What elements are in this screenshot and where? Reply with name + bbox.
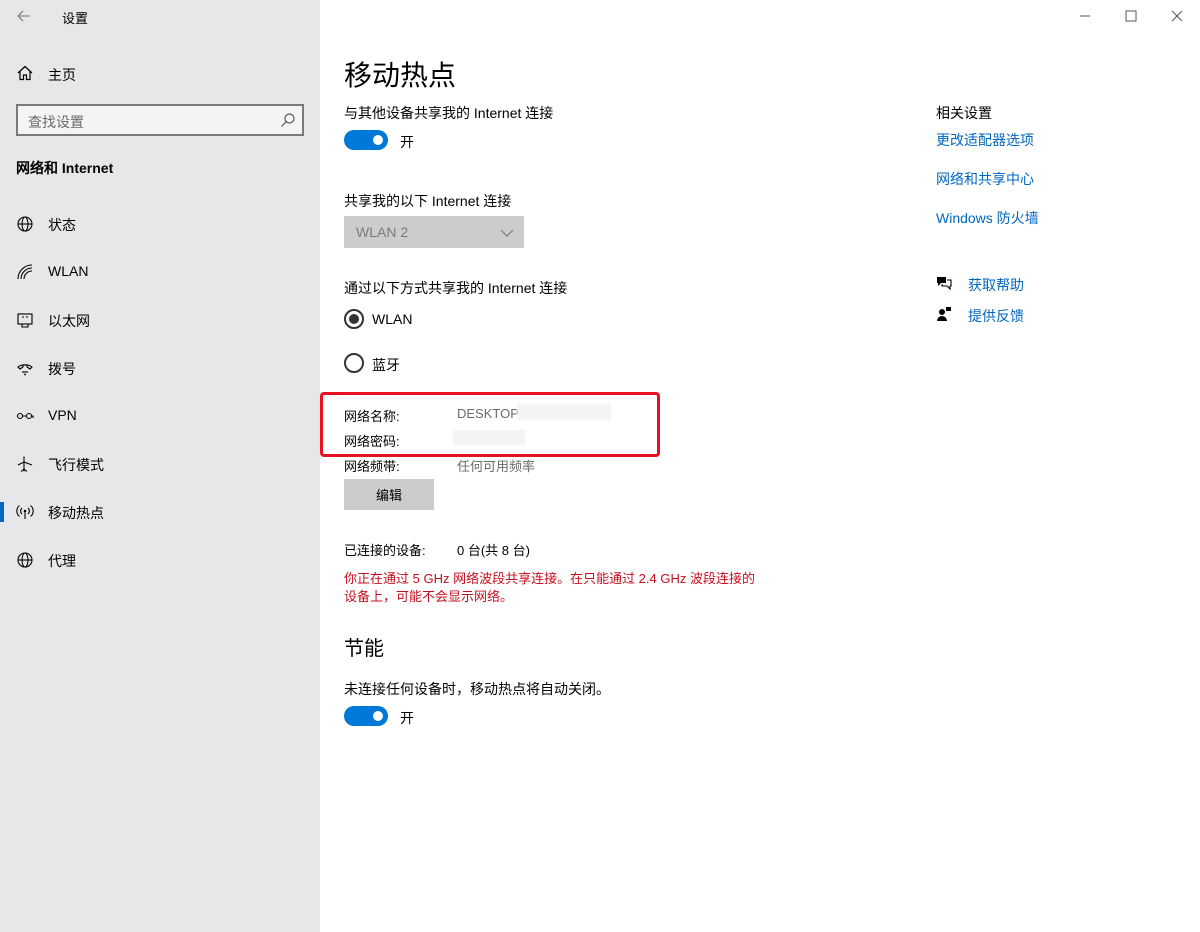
- power-saving-title: 节能: [344, 638, 384, 660]
- sidebar-item-label: 移动热点: [48, 505, 104, 521]
- chevron-down-icon: [500, 226, 514, 238]
- maximize-icon: [1125, 10, 1137, 22]
- minimize-button[interactable]: [1062, 0, 1108, 32]
- power-saving-toggle-state: 开: [400, 710, 414, 726]
- sidebar-item-label: 以太网: [48, 313, 90, 329]
- radio-bluetooth[interactable]: [344, 353, 364, 373]
- band-warning: 你正在通过 5 GHz 网络波段共享连接。在只能通过 2.4 GHz 波段连接的…: [344, 570, 804, 606]
- maximize-button[interactable]: [1108, 0, 1154, 32]
- sidebar-item-home-label: 主页: [48, 67, 76, 83]
- dialup-icon: [16, 359, 34, 377]
- sidebar-item-label: 飞行模式: [48, 457, 104, 473]
- ethernet-icon: [16, 311, 34, 329]
- search-placeholder: 查找设置: [28, 114, 84, 130]
- sidebar-item-airplane[interactable]: 飞行模式: [0, 446, 320, 482]
- link-windows-firewall[interactable]: Windows 防火墙: [936, 208, 1039, 228]
- get-help-link[interactable]: 获取帮助: [936, 273, 1136, 295]
- give-feedback-link[interactable]: 提供反馈: [936, 304, 1136, 326]
- band-warning-line1: 你正在通过 5 GHz 网络波段共享连接。在只能通过 2.4 GHz 波段连接的: [344, 571, 755, 586]
- share-toggle[interactable]: [344, 130, 388, 150]
- toggle-knob: [373, 135, 383, 145]
- sidebar-item-label: 状态: [48, 217, 76, 233]
- band-warning-line2: 设备上，可能不会显示网络。: [344, 589, 514, 604]
- network-band-key: 网络频带:: [344, 459, 400, 474]
- link-network-sharing-center[interactable]: 网络和共享中心: [936, 169, 1034, 189]
- sidebar-item-proxy[interactable]: 代理: [0, 542, 320, 578]
- sidebar: 设置 主页 查找设置 网络和 Internet 状态 WLAN 以太网 拨号 V…: [0, 0, 320, 932]
- sidebar-item-mobile-hotspot[interactable]: 移动热点: [0, 494, 320, 530]
- sidebar-item-status[interactable]: 状态: [0, 206, 320, 242]
- sidebar-item-home[interactable]: 主页: [0, 58, 320, 88]
- radio-bluetooth-label: 蓝牙: [372, 357, 400, 373]
- sidebar-item-label: VPN: [48, 407, 77, 423]
- globe-icon: [16, 551, 34, 569]
- title-bar: 设置: [0, 0, 320, 32]
- toggle-knob: [373, 711, 383, 721]
- share-from-value: WLAN 2: [356, 224, 409, 240]
- close-icon: [1171, 10, 1183, 22]
- sidebar-item-dialup[interactable]: 拨号: [0, 350, 320, 386]
- feedback-person-icon: [936, 306, 952, 322]
- share-toggle-state: 开: [400, 134, 414, 150]
- connected-devices-value: 0 台(共 8 台): [457, 543, 530, 558]
- share-from-label: 共享我的以下 Internet 连接: [344, 193, 512, 209]
- sidebar-section-title: 网络和 Internet: [16, 160, 114, 176]
- power-saving-description: 未连接任何设备时，移动热点将自动关闭。: [344, 681, 610, 697]
- network-band-value: 任何可用频率: [457, 459, 536, 474]
- vpn-icon: [16, 407, 34, 425]
- help-chat-icon: [936, 275, 952, 291]
- share-connection-label: 与其他设备共享我的 Internet 连接: [344, 105, 554, 121]
- back-arrow-icon: [17, 10, 30, 22]
- sidebar-item-label: 拨号: [48, 361, 76, 377]
- radio-wlan-label: WLAN: [372, 311, 413, 327]
- give-feedback-label: 提供反馈: [968, 308, 1024, 324]
- get-help-label: 获取帮助: [968, 277, 1024, 293]
- wifi-icon: [16, 263, 34, 281]
- radio-wlan[interactable]: [344, 309, 364, 329]
- share-via-label: 通过以下方式共享我的 Internet 连接: [344, 280, 568, 296]
- search-input[interactable]: 查找设置: [16, 104, 304, 136]
- close-button[interactable]: [1154, 0, 1200, 32]
- sidebar-item-label: 代理: [48, 553, 76, 569]
- related-settings-title: 相关设置: [936, 105, 992, 121]
- search-icon[interactable]: [280, 112, 296, 128]
- page-title: 移动热点: [344, 60, 457, 91]
- link-adapter-options[interactable]: 更改适配器选项: [936, 130, 1034, 150]
- highlight-box: [320, 392, 660, 457]
- sidebar-item-wlan[interactable]: WLAN: [0, 254, 320, 290]
- connected-devices-key: 已连接的设备:: [344, 543, 426, 558]
- app-title: 设置: [62, 11, 89, 26]
- sidebar-item-vpn[interactable]: VPN: [0, 398, 320, 434]
- hotspot-icon: [16, 503, 34, 521]
- share-from-dropdown[interactable]: WLAN 2: [344, 216, 524, 248]
- sidebar-item-ethernet[interactable]: 以太网: [0, 302, 320, 338]
- home-icon: [16, 64, 34, 82]
- airplane-icon: [16, 455, 34, 473]
- power-saving-toggle[interactable]: [344, 706, 388, 726]
- minimize-icon: [1080, 15, 1090, 17]
- sidebar-item-label: WLAN: [48, 263, 89, 279]
- back-button[interactable]: [12, 6, 36, 26]
- edit-button[interactable]: 编辑: [344, 479, 434, 510]
- globe-icon: [16, 215, 34, 233]
